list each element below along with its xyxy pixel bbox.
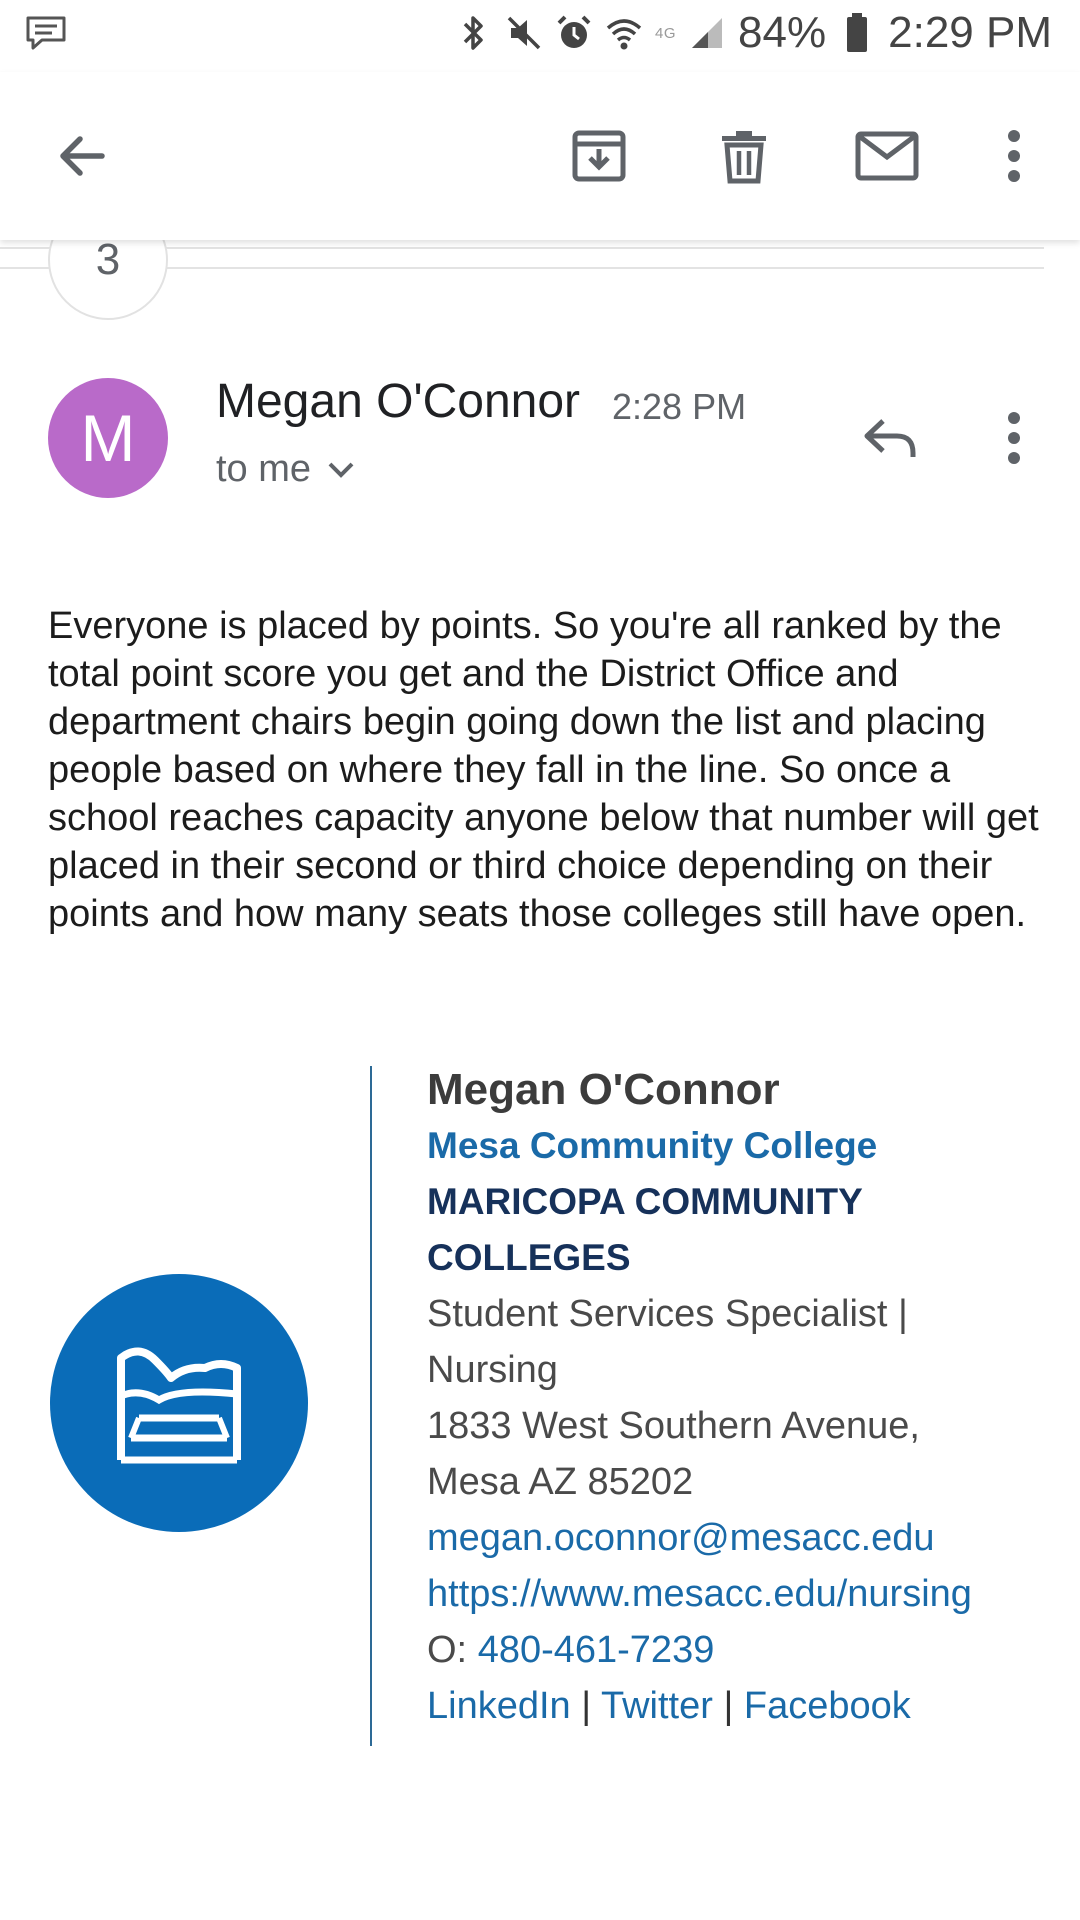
linkedin-link[interactable]: LinkedIn xyxy=(427,1685,571,1727)
district-name: MARICOPA COMMUNITY COLLEGES xyxy=(427,1181,863,1278)
wifi-icon xyxy=(605,14,643,52)
phone-link[interactable]: 480-461-7239 xyxy=(478,1629,715,1671)
bluetooth-icon xyxy=(455,14,493,52)
email-signature: Megan O'Connor Mesa Community College MA… xyxy=(427,1062,1067,1734)
job-title: Student Services Specialist | Nursing xyxy=(427,1293,908,1391)
battery-percent: 84% xyxy=(738,8,827,57)
chevron-down-icon xyxy=(328,462,354,478)
link-separator: | xyxy=(723,1685,734,1727)
address: 1833 West Southern Avenue, Mesa AZ 85202 xyxy=(427,1405,920,1503)
more-options-button[interactable] xyxy=(976,118,1052,194)
trash-icon xyxy=(722,131,766,184)
alarm-icon xyxy=(555,14,593,52)
signal-icon xyxy=(688,14,726,52)
recipient-label: to me xyxy=(216,448,312,490)
status-icons: 4G 84% 2:29 PM xyxy=(455,8,1052,58)
more-vert-icon xyxy=(1008,130,1020,182)
phone-prefix: O: xyxy=(427,1629,468,1671)
archive-icon xyxy=(572,130,626,182)
avatar[interactable]: M xyxy=(48,378,168,498)
message-more-button[interactable] xyxy=(976,400,1052,476)
sender-name[interactable]: Megan O'Connor xyxy=(216,374,580,429)
mark-unread-button[interactable] xyxy=(849,118,925,194)
more-vert-icon xyxy=(1008,412,1020,464)
website-link[interactable]: https://www.mesacc.edu/nursing xyxy=(427,1566,1067,1622)
chat-bubble-icon xyxy=(24,14,68,57)
back-arrow-icon xyxy=(60,136,105,176)
archive-button[interactable] xyxy=(561,118,637,194)
mute-icon xyxy=(505,14,543,52)
network-type: 4G xyxy=(655,24,677,42)
back-button[interactable] xyxy=(44,118,120,194)
signature-divider xyxy=(370,1066,372,1746)
facebook-link[interactable]: Facebook xyxy=(744,1685,911,1727)
phone-row: O: 480-461-7239 xyxy=(427,1622,1067,1678)
college-link[interactable]: Mesa Community College xyxy=(427,1118,1067,1174)
recipient-details-toggle[interactable]: to me xyxy=(216,448,355,491)
status-bar: 4G 84% 2:29 PM xyxy=(0,0,1080,72)
battery-icon xyxy=(838,13,876,52)
email-link[interactable]: megan.oconnor@mesacc.edu xyxy=(427,1510,1067,1566)
message-time: 2:28 PM xyxy=(612,386,747,427)
app-toolbar xyxy=(0,72,1080,240)
clock: 2:29 PM xyxy=(888,8,1052,57)
signature-name: Megan O'Connor xyxy=(427,1065,780,1114)
twitter-link[interactable]: Twitter xyxy=(601,1685,713,1727)
reply-icon xyxy=(864,419,916,457)
college-logo xyxy=(50,1274,308,1532)
social-links: LinkedIn | Twitter | Facebook xyxy=(427,1678,1067,1734)
reply-button[interactable] xyxy=(852,400,928,476)
delete-button[interactable] xyxy=(706,118,782,194)
message-body: Everyone is placed by points. So you're … xyxy=(48,605,1039,935)
mesa-logo-icon xyxy=(117,1347,241,1464)
mail-icon xyxy=(855,131,919,181)
link-separator: | xyxy=(581,1685,592,1727)
